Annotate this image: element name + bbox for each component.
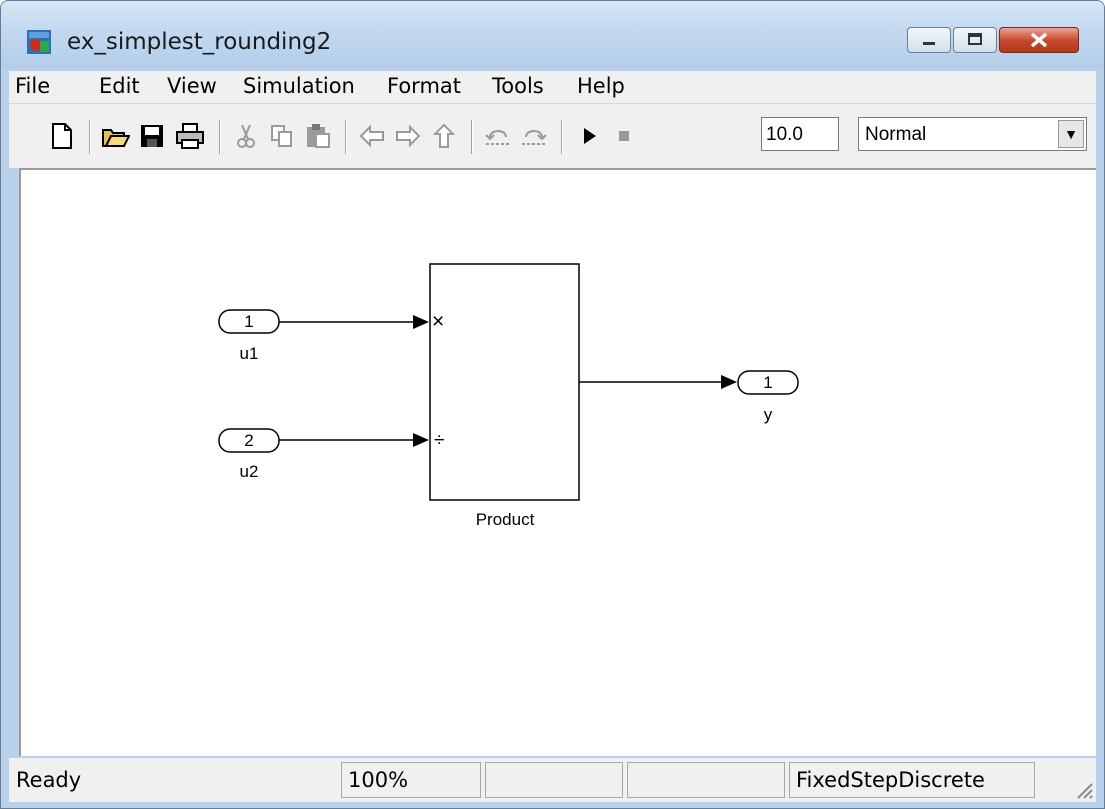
arrow-head — [413, 315, 429, 329]
open-icon[interactable] — [101, 104, 131, 168]
maximize-button[interactable] — [953, 27, 997, 53]
menu-format[interactable]: Format — [387, 74, 461, 98]
outport-1-number: 1 — [763, 373, 773, 392]
menu-bar: File Edit View Simulation Format Tools H… — [9, 71, 1096, 103]
status-field-4 — [627, 762, 785, 798]
inport-1-label[interactable]: u1 — [219, 344, 279, 364]
model-window: ex_simplest_rounding2 File Edit View Sim… — [0, 0, 1105, 809]
menu-simulation[interactable]: Simulation — [243, 74, 355, 98]
inport-1-number: 1 — [244, 312, 254, 331]
paste-icon[interactable] — [303, 104, 333, 168]
maximize-icon — [968, 33, 982, 45]
menu-view[interactable]: View — [167, 74, 217, 98]
forward-icon[interactable] — [393, 104, 423, 168]
cut-icon[interactable] — [231, 104, 261, 168]
title-bar[interactable]: ex_simplest_rounding2 — [1, 1, 1104, 69]
new-icon[interactable] — [47, 104, 77, 168]
product-divide-sign: ÷ — [434, 430, 445, 451]
print-icon[interactable] — [175, 104, 205, 168]
save-icon[interactable] — [137, 104, 167, 168]
product-label[interactable]: Product — [445, 510, 565, 530]
stop-icon[interactable] — [609, 104, 639, 168]
play-icon[interactable] — [575, 104, 605, 168]
menu-edit[interactable]: Edit — [99, 74, 140, 98]
menu-tools[interactable]: Tools — [492, 74, 544, 98]
toolbar-separator — [471, 120, 473, 154]
inport-2-label[interactable]: u2 — [219, 462, 279, 482]
window-title: ex_simplest_rounding2 — [67, 29, 332, 55]
outport-1-label[interactable]: y — [738, 405, 798, 425]
undo-icon[interactable] — [483, 104, 513, 168]
status-zoom: 100% — [341, 762, 481, 798]
redo-icon[interactable] — [519, 104, 549, 168]
simulation-mode-select[interactable]: Normal ▼ — [858, 117, 1087, 151]
minimize-icon — [923, 42, 935, 45]
menu-file[interactable]: File — [15, 74, 50, 98]
arrow-head — [721, 375, 737, 389]
model-canvas[interactable]: 1 u1 2 u2 × ÷ Product 1 y — [19, 168, 1096, 756]
resize-grip-icon[interactable] — [1072, 778, 1094, 800]
product-multiply-sign: × — [432, 310, 445, 333]
menu-help[interactable]: Help — [577, 74, 625, 98]
copy-icon[interactable] — [267, 104, 297, 168]
stop-time-input[interactable]: 10.0 — [761, 117, 839, 151]
chevron-down-icon[interactable]: ▼ — [1058, 120, 1084, 148]
close-button[interactable] — [999, 27, 1079, 53]
close-icon — [1030, 32, 1048, 48]
arrow-head — [413, 433, 429, 447]
back-icon[interactable] — [357, 104, 387, 168]
status-field-3 — [485, 762, 623, 798]
status-bar: Ready 100% FixedStepDiscrete — [9, 758, 1096, 802]
simulink-app-icon — [27, 30, 51, 54]
inport-2-number: 2 — [244, 431, 254, 450]
toolbar-separator — [89, 120, 91, 154]
simulation-mode-value: Normal — [865, 124, 927, 145]
toolbar-separator — [561, 120, 563, 154]
product-block[interactable] — [429, 263, 580, 501]
up-icon[interactable] — [429, 104, 459, 168]
status-solver: FixedStepDiscrete — [789, 762, 1035, 798]
status-state: Ready — [16, 768, 82, 792]
block-diagram — [218, 263, 799, 501]
minimize-button[interactable] — [907, 27, 951, 53]
toolbar-separator — [219, 120, 221, 154]
toolbar-separator — [345, 120, 347, 154]
